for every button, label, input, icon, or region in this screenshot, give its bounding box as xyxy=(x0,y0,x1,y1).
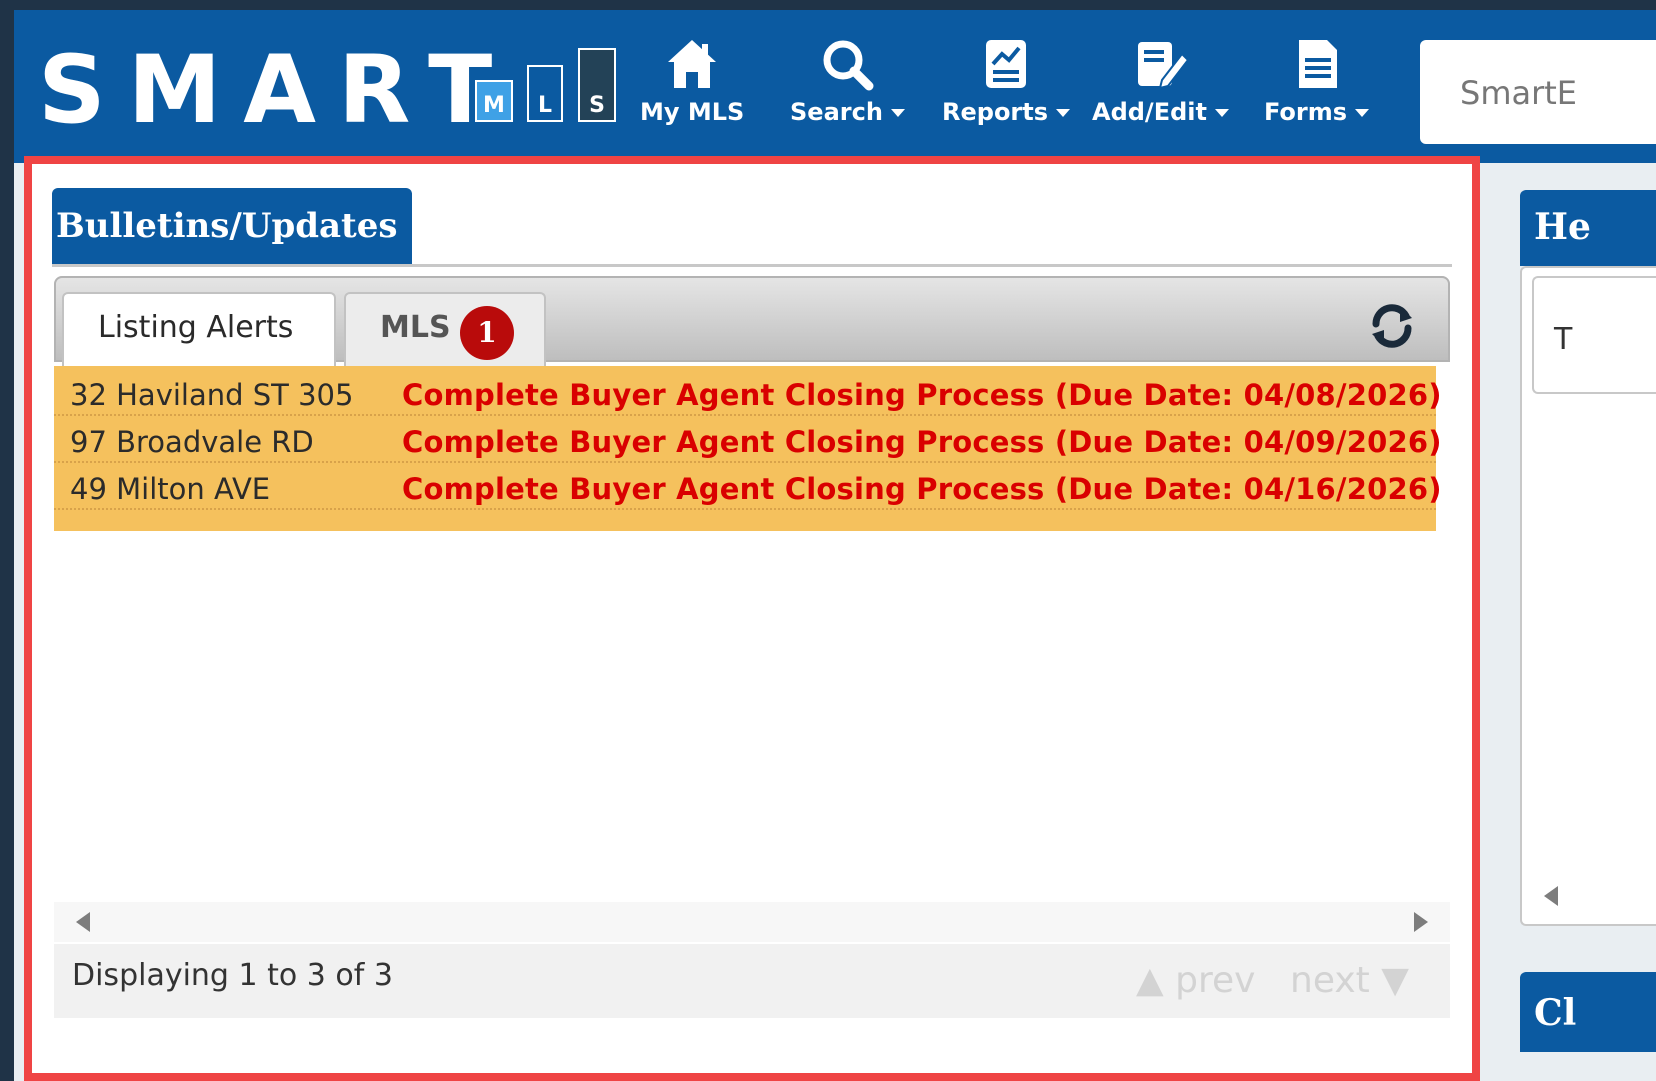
panel-title: Bulletins/Updates xyxy=(56,206,398,246)
forms-icon xyxy=(1298,40,1337,88)
logo-box-m: M xyxy=(475,80,513,122)
alert-task[interactable]: Complete Buyer Agent Closing Process (Du… xyxy=(402,378,1442,412)
chevron-down-icon xyxy=(1355,109,1370,117)
alert-task[interactable]: Complete Buyer Agent Closing Process (Du… xyxy=(402,425,1442,459)
right-panel-tab[interactable]: T xyxy=(1532,276,1656,394)
right-lower-panel-header: Cl xyxy=(1520,972,1656,1052)
pagination-status: Displaying 1 to 3 of 3 xyxy=(72,958,393,993)
nav-search[interactable]: Search xyxy=(790,36,905,126)
right-panel-title: He xyxy=(1534,206,1591,248)
search-icon xyxy=(823,40,874,91)
smart-logo-text[interactable]: SMART xyxy=(38,36,514,146)
listing-alerts-list: 32 Haviland ST 305 Complete Buyer Agent … xyxy=(54,366,1441,531)
tab-listing-alerts-label: Listing Alerts xyxy=(98,310,294,345)
list-item[interactable]: 32 Haviland ST 305 Complete Buyer Agent … xyxy=(54,370,1441,416)
chevron-down-icon xyxy=(1214,109,1229,117)
nav-my-mls-label: My MLS xyxy=(640,98,745,126)
scroll-left-icon[interactable] xyxy=(1544,886,1558,906)
scroll-right-icon[interactable] xyxy=(1414,912,1428,932)
smart-search-box[interactable]: SmartE xyxy=(1420,40,1656,144)
tab-mls-label: MLS xyxy=(380,310,451,345)
list-item[interactable]: 49 Milton AVE Complete Buyer Agent Closi… xyxy=(54,464,1441,510)
notification-badge: 1 xyxy=(460,306,514,360)
home-icon xyxy=(668,40,717,88)
tab-listing-alerts[interactable]: Listing Alerts xyxy=(62,292,336,368)
nav-reports-label: Reports xyxy=(942,98,1049,126)
logo-box-l: L xyxy=(527,65,563,122)
nav-forms[interactable]: Forms xyxy=(1264,36,1370,126)
alert-address[interactable]: 97 Broadvale RD xyxy=(70,425,314,459)
refresh-icon[interactable] xyxy=(1366,300,1418,352)
nav-forms-label: Forms xyxy=(1264,98,1348,126)
next-page-button[interactable]: next ▼ xyxy=(1290,960,1409,1001)
edit-icon xyxy=(1138,42,1189,90)
nav-add-edit-label: Add/Edit xyxy=(1092,98,1207,126)
top-navbar: SMART M L S My MLS Search Reports Add/Ed… xyxy=(14,10,1656,163)
chevron-down-icon xyxy=(890,109,905,117)
nav-add-edit[interactable]: Add/Edit xyxy=(1092,36,1229,126)
alert-address[interactable]: 49 Milton AVE xyxy=(70,472,270,506)
right-panel-tab-label: T xyxy=(1554,322,1573,357)
list-item[interactable]: 97 Broadvale RD Complete Buyer Agent Clo… xyxy=(54,417,1441,463)
nav-search-label: Search xyxy=(790,98,883,126)
reports-icon xyxy=(986,40,1027,88)
tab-mls[interactable]: MLS xyxy=(344,292,546,368)
logo-box-s: S xyxy=(578,48,616,122)
right-panel-header: He xyxy=(1520,190,1656,266)
chevron-down-icon xyxy=(1056,109,1071,117)
bulletins-header-tab: Bulletins/Updates xyxy=(52,188,412,264)
divider xyxy=(52,264,1452,267)
page: SMART M L S My MLS Search Reports Add/Ed… xyxy=(14,10,1656,1081)
alert-task[interactable]: Complete Buyer Agent Closing Process (Du… xyxy=(402,472,1442,506)
right-lower-panel-title: Cl xyxy=(1534,992,1577,1034)
prev-page-button[interactable]: ▲ prev xyxy=(1136,960,1255,1001)
scroll-left-icon[interactable] xyxy=(76,912,90,932)
horizontal-scrollbar[interactable] xyxy=(54,902,1450,942)
alert-address[interactable]: 32 Haviland ST 305 xyxy=(70,378,353,412)
smart-search-box-text: SmartE xyxy=(1460,74,1578,112)
nav-reports[interactable]: Reports xyxy=(942,36,1071,126)
nav-my-mls[interactable]: My MLS xyxy=(640,36,744,126)
